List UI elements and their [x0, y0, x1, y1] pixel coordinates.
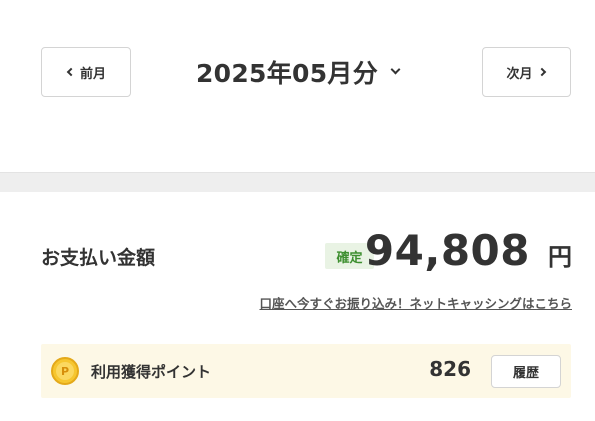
points-history-button[interactable]: 履歴	[491, 355, 561, 388]
points-row: P 利用獲得ポイント 826 履歴	[41, 344, 571, 398]
payment-amount-label: お支払い金額	[41, 247, 156, 269]
point-coin-icon: P	[51, 357, 79, 385]
points-label: 利用獲得ポイント	[91, 363, 212, 381]
prev-month-button[interactable]: 前月	[41, 47, 131, 97]
prev-month-label: 前月	[79, 66, 106, 82]
points-value: 826	[429, 357, 471, 381]
month-title: 2025年05月分	[195, 59, 379, 88]
chevron-down-icon	[390, 64, 401, 75]
chevron-left-icon	[66, 67, 76, 77]
billing-page: 前月 2025年05月分 次月 お支払い金額 確定 94,808 円 口座へ今す…	[0, 0, 595, 421]
next-month-button[interactable]: 次月	[482, 47, 571, 97]
payment-currency: 円	[548, 243, 572, 271]
section-divider	[0, 172, 595, 192]
payment-amount: 94,808 円	[365, 226, 572, 275]
month-selector[interactable]: 2025年05月分	[170, 52, 425, 92]
transfer-cashing-link[interactable]: 口座へ今すぐお振り込み！ネットキャッシングはこちら	[259, 293, 572, 312]
point-coin-glyph: P	[56, 362, 74, 380]
chevron-right-icon	[537, 67, 546, 77]
next-month-label: 次月	[506, 66, 533, 82]
payment-amount-value: 94,808	[364, 226, 530, 275]
